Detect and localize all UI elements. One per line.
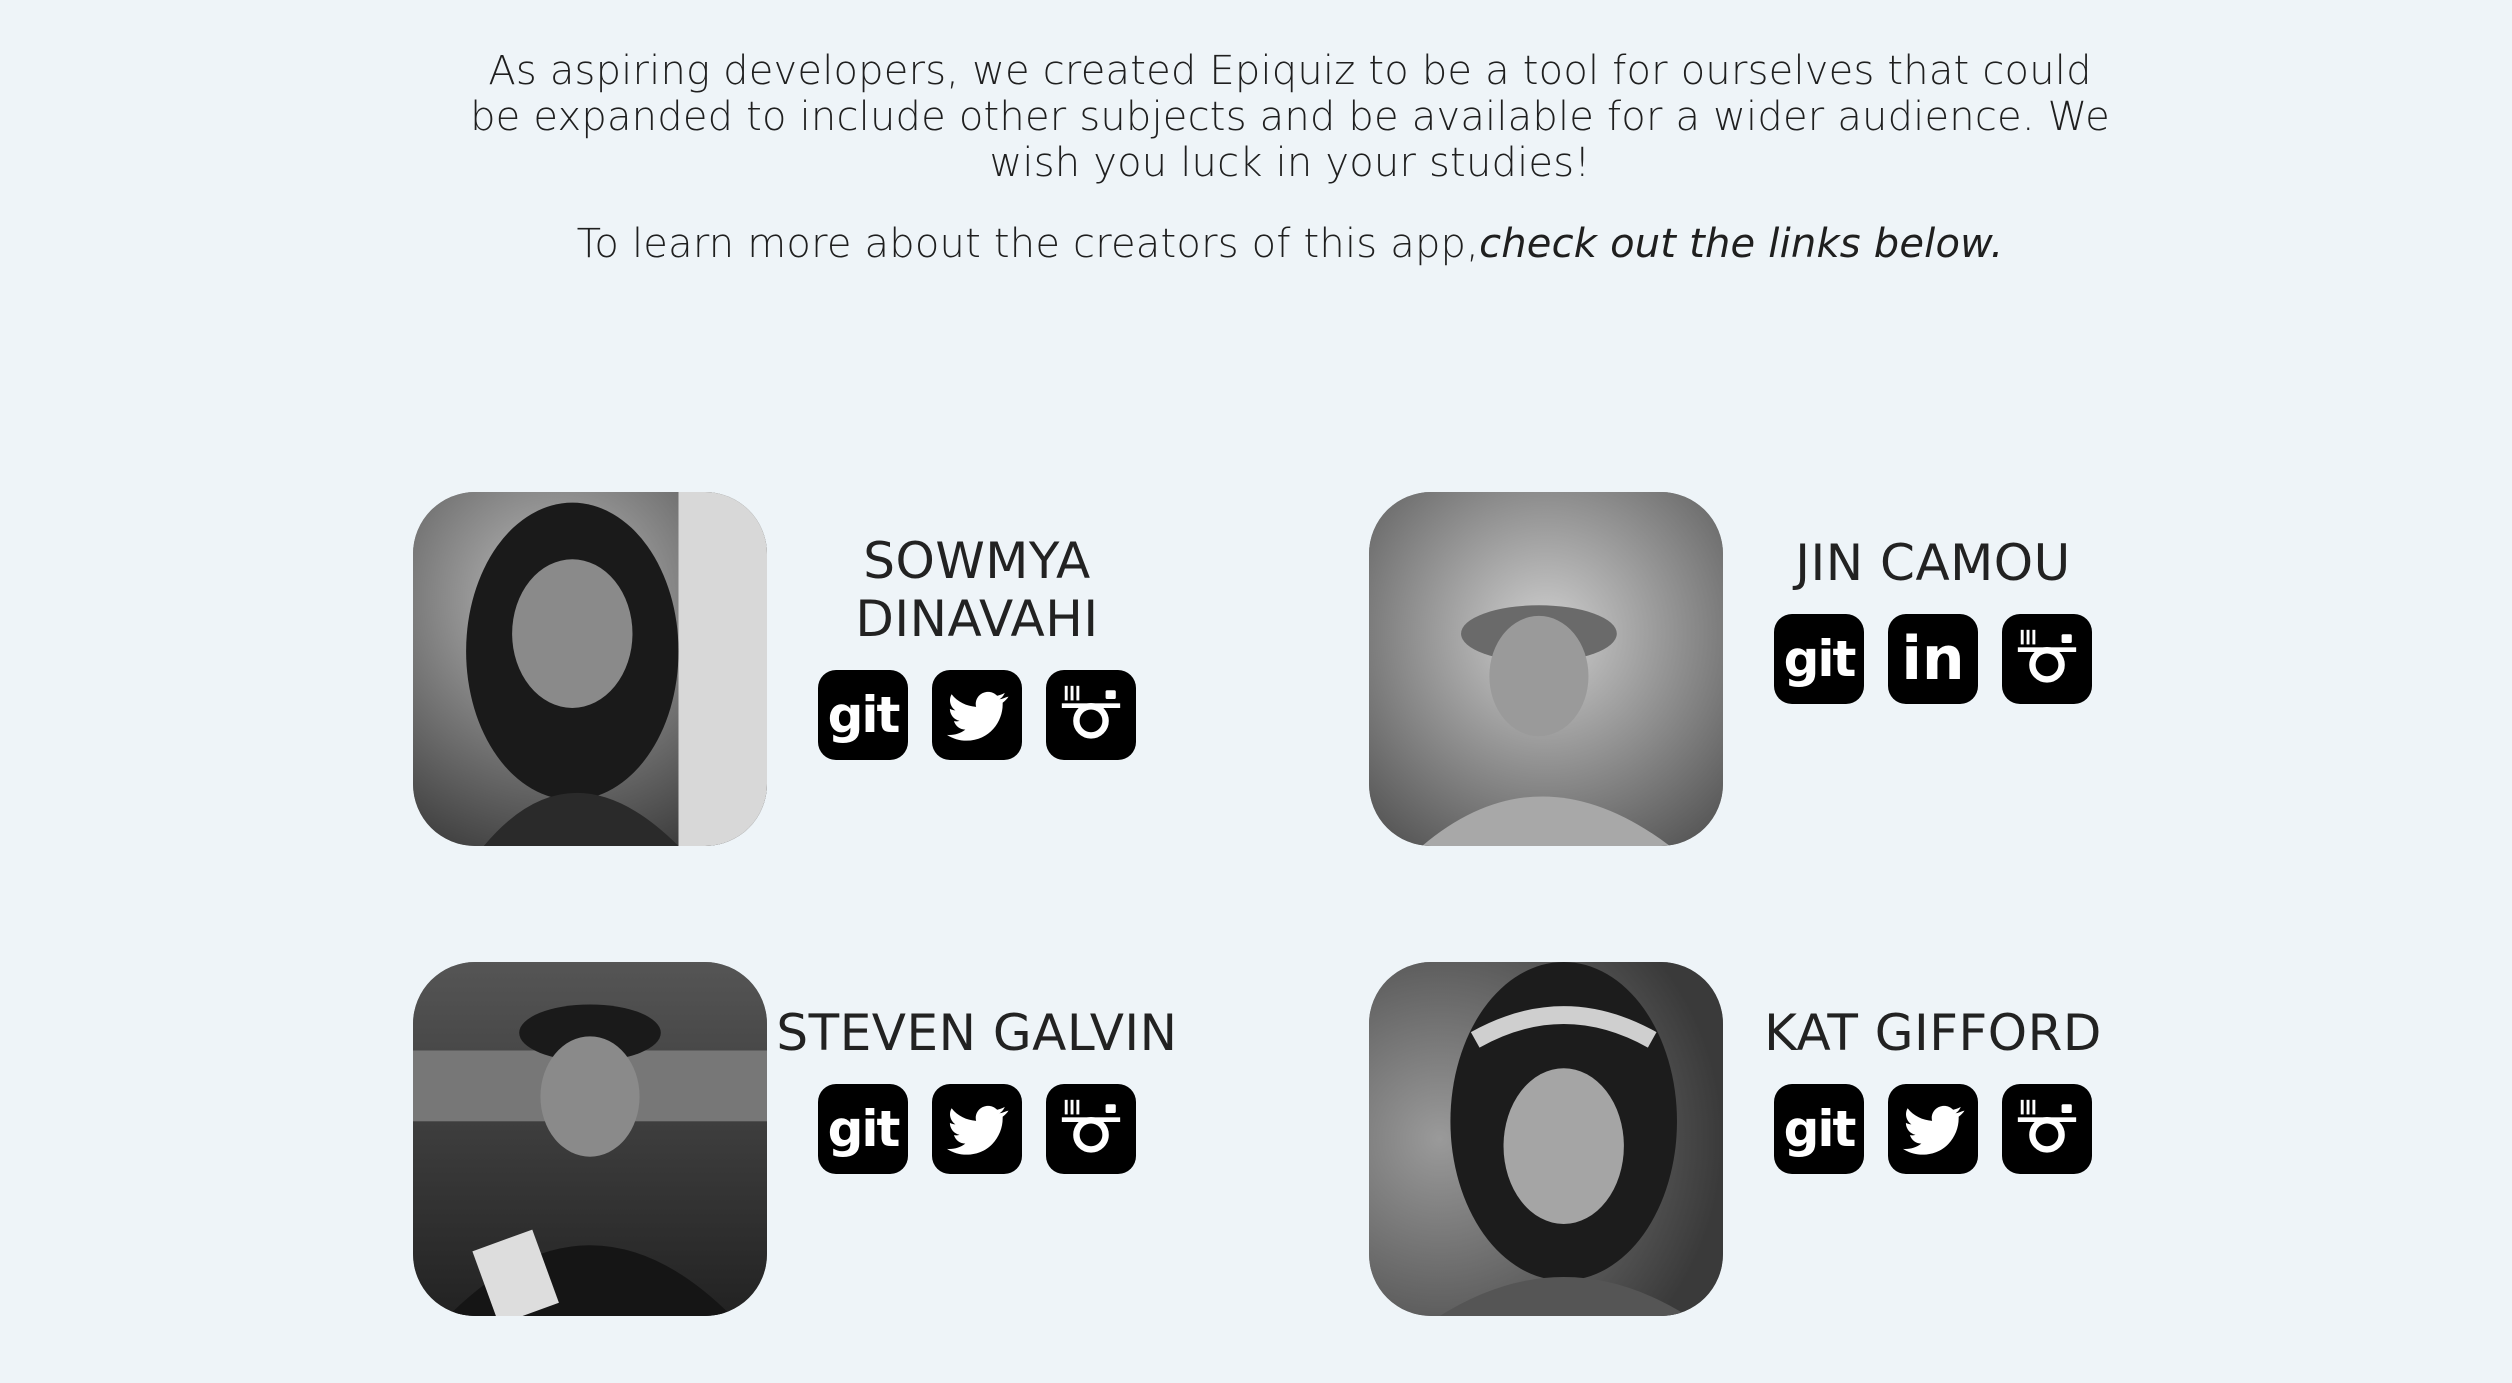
creator-name: SOWMYA DINAVAHI [855,532,1099,648]
intro-links-text: To learn more about the creators of this… [470,221,2110,267]
creator-info: JIN CAMOU git in [1723,534,2143,704]
social-links: git in [1723,614,2143,704]
avatar-photo [1369,492,1723,846]
instagram-link-button[interactable] [2002,1084,2092,1174]
instagram-link-button[interactable] [1046,1084,1136,1174]
twitter-bird-icon [1902,1105,1965,1155]
creator-card-kat: KAT GIFFORD git [1369,962,2269,1322]
avatar-photo [413,962,767,1316]
creator-name: STEVEN GALVIN [776,1004,1178,1062]
instagram-camera-icon [2017,1099,2077,1153]
creator-info: STEVEN GALVIN git [767,1004,1187,1174]
twitter-link-button[interactable] [1888,1084,1978,1174]
twitter-bird-icon [946,691,1009,741]
avatar-photo [1369,962,1723,1316]
github-link-button[interactable]: git [1774,1084,1864,1174]
creator-card-steven: STEVEN GALVIN git [413,962,1313,1322]
creator-info: SOWMYA DINAVAHI git [767,532,1187,760]
creator-name: JIN CAMOU [1795,534,2071,592]
instagram-camera-icon [2017,629,2077,683]
creator-info: KAT GIFFORD git [1723,1004,2143,1174]
avatar-photo [413,492,767,846]
intro-section: As aspiring developers, we created Epiqu… [0,48,2512,267]
creator-card-jin: JIN CAMOU git in [1369,492,2269,852]
creator-name: KAT GIFFORD [1764,1004,2102,1062]
instagram-camera-icon [1061,685,1121,739]
social-links: git [767,670,1187,760]
linkedin-icon: in [1901,624,1965,694]
instagram-camera-icon [1061,1099,1121,1153]
git-icon: git [1783,1100,1857,1158]
instagram-link-button[interactable] [2002,614,2092,704]
git-icon: git [827,686,901,744]
twitter-bird-icon [946,1105,1009,1155]
links-emphasis: check out the links below. [1479,221,2004,267]
social-links: git [1723,1084,2143,1174]
git-icon: git [827,1100,901,1158]
github-link-button[interactable]: git [818,1084,908,1174]
twitter-link-button[interactable] [932,1084,1022,1174]
github-link-button[interactable]: git [818,670,908,760]
intro-paragraph: As aspiring developers, we created Epiqu… [470,48,2110,186]
links-prefix: To learn more about the creators of this… [576,221,1480,267]
creator-card-sowmya: SOWMYA DINAVAHI git [413,492,1313,852]
linkedin-link-button[interactable]: in [1888,614,1978,704]
git-icon: git [1783,630,1857,688]
github-link-button[interactable]: git [1774,614,1864,704]
twitter-link-button[interactable] [932,670,1022,760]
instagram-link-button[interactable] [1046,670,1136,760]
social-links: git [767,1084,1187,1174]
